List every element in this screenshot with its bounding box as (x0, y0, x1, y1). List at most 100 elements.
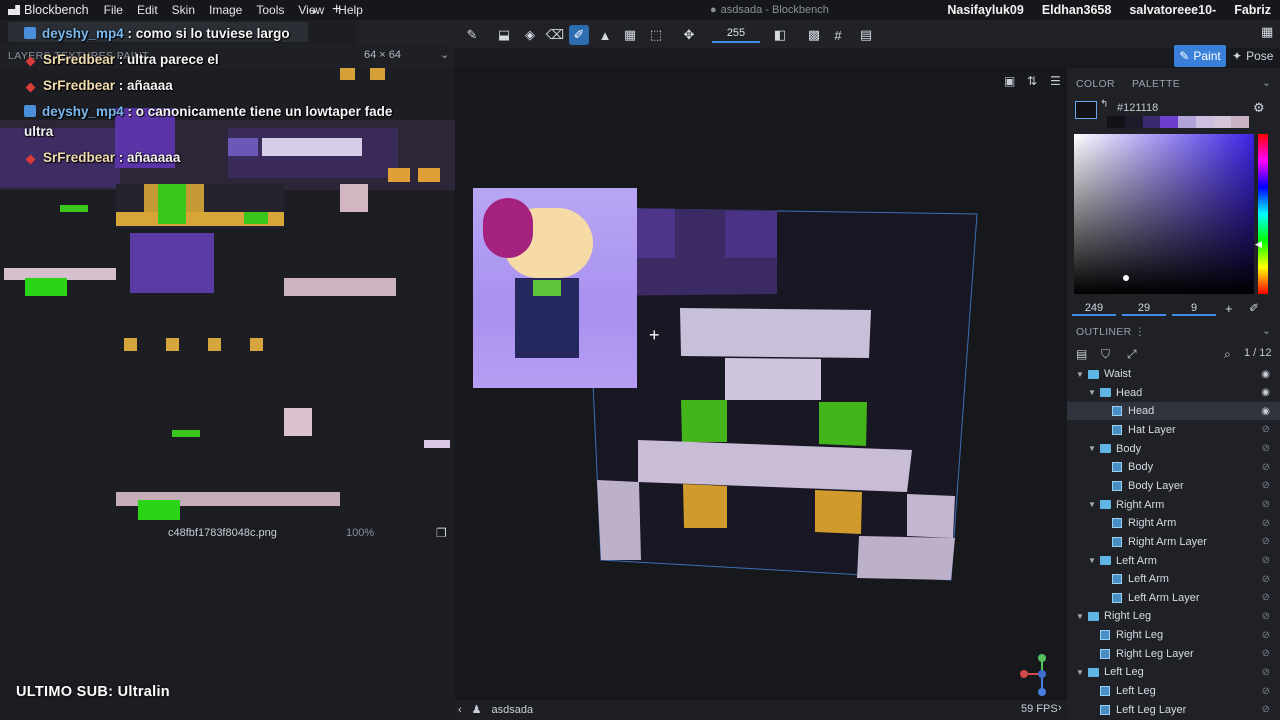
eye-off-icon[interactable]: ⊘ (1262, 424, 1270, 435)
brush-size-input[interactable]: 255 (712, 27, 760, 43)
chevron-left-icon[interactable]: ‹ (458, 704, 462, 716)
color-picker-icon[interactable]: ✐ (569, 25, 589, 45)
selected-color-swatch[interactable] (1075, 101, 1097, 119)
palette-strip[interactable] (1107, 116, 1249, 128)
new-tab-button[interactable]: + (332, 1, 341, 19)
add-cube-icon[interactable]: ▤ (1076, 347, 1087, 361)
chevron-down-icon[interactable]: ▼ (1087, 388, 1097, 397)
eye-off-icon[interactable]: ⊘ (1262, 518, 1270, 529)
gear-icon[interactable]: ⚙ (1253, 100, 1265, 116)
paint-mode-button[interactable]: ✎ Paint (1174, 45, 1226, 67)
eye-off-icon[interactable]: ⊘ (1262, 499, 1270, 510)
color-b-input[interactable]: 9 (1172, 302, 1216, 316)
eye-icon[interactable]: ◉ (1261, 387, 1270, 398)
outliner-cube[interactable]: Right Leg Layer ⊘ (1067, 645, 1280, 663)
chevron-down-icon[interactable]: ⌄ (1262, 325, 1271, 337)
apps-grid-icon[interactable]: ▦ (1261, 24, 1273, 40)
eye-off-icon[interactable]: ⊘ (1262, 686, 1270, 697)
axis-gizmo[interactable] (1020, 652, 1064, 696)
eye-icon[interactable]: ◉ (1261, 369, 1270, 380)
expand-icon[interactable]: ⤢ (1127, 347, 1137, 362)
screenshot-icon[interactable]: ▣ (1004, 74, 1015, 88)
color-r-input[interactable]: 249 (1072, 302, 1116, 316)
brush-icon[interactable]: ✎ (462, 25, 482, 45)
eye-off-icon[interactable]: ⊘ (1262, 480, 1270, 491)
eye-off-icon[interactable]: ⊘ (1262, 704, 1270, 715)
pixel-grid-icon[interactable]: ▩ (804, 25, 824, 45)
hue-slider-handle[interactable]: ◀ (1255, 239, 1262, 250)
eye-off-icon[interactable]: ⊘ (1262, 611, 1270, 622)
pose-mode-button[interactable]: ✦ Pose (1232, 45, 1273, 67)
fill-icon[interactable]: ◈ (520, 25, 540, 45)
menu-icon[interactable]: ☰ (1050, 74, 1061, 88)
outliner-group[interactable]: ▼ Waist ◉ (1067, 365, 1280, 383)
picker-handle[interactable] (1123, 275, 1129, 281)
outliner-group[interactable]: ▼ Left Leg ⊘ (1067, 663, 1280, 681)
outliner-cube[interactable]: Head ◉ (1067, 402, 1280, 421)
eye-icon[interactable]: ◉ (1261, 406, 1270, 417)
outliner-cube[interactable]: Right Leg ⊘ (1067, 626, 1280, 644)
eye-off-icon[interactable]: ⊘ (1262, 592, 1270, 603)
outliner-cube[interactable]: Right Arm Layer ⊘ (1067, 533, 1280, 551)
reference-image[interactable] (473, 188, 637, 388)
hue-slider[interactable] (1258, 134, 1268, 294)
gradient-icon[interactable]: ▦ (620, 25, 640, 45)
chevron-down-icon[interactable]: ▼ (1087, 500, 1097, 509)
outliner-cube[interactable]: Hat Layer ⊘ (1067, 421, 1280, 439)
sort-icon[interactable]: ⇅ (1027, 74, 1037, 88)
copy-icon[interactable]: ❐ (436, 526, 447, 540)
tab-color[interactable]: COLOR (1076, 78, 1115, 90)
mirror-icon[interactable]: ◧ (770, 25, 790, 45)
menu-tools[interactable]: Tools (249, 3, 291, 17)
stamp-icon[interactable]: ⬓ (494, 25, 514, 45)
menu-image[interactable]: Image (202, 3, 249, 17)
move-icon[interactable]: ✥ (679, 25, 699, 45)
chevron-down-icon[interactable]: ▼ (1087, 556, 1097, 565)
chevron-down-icon[interactable]: ▼ (1075, 370, 1085, 379)
view-options-icon[interactable]: ▤ (856, 25, 876, 45)
chevron-right-icon[interactable]: › (1058, 702, 1062, 714)
chevron-down-icon[interactable]: ▼ (1075, 668, 1085, 677)
eye-off-icon[interactable]: ⊘ (1262, 443, 1270, 454)
search-icon[interactable]: ⌕ (1224, 347, 1231, 362)
tab-palette[interactable]: PALETTE (1132, 78, 1180, 90)
outliner-group[interactable]: ▼ Body ⊘ (1067, 440, 1280, 458)
eraser-icon[interactable]: ⌫ (545, 25, 565, 45)
filter-icon[interactable]: ⛉ (1101, 347, 1110, 362)
outliner-group[interactable]: ▼ Right Arm ⊘ (1067, 496, 1280, 514)
chevron-down-icon[interactable]: ⌄ (440, 48, 449, 61)
selection-icon[interactable]: ⬚ (646, 25, 666, 45)
menu-edit[interactable]: Edit (130, 3, 165, 17)
outliner-cube[interactable]: Left Arm Layer ⊘ (1067, 589, 1280, 607)
tab-close-dot[interactable]: • (312, 4, 317, 19)
eye-off-icon[interactable]: ⊘ (1262, 630, 1270, 641)
eye-off-icon[interactable]: ⊘ (1262, 536, 1270, 547)
outliner-cube[interactable]: Body ⊘ (1067, 458, 1280, 476)
add-color-icon[interactable]: + (1225, 301, 1233, 316)
eye-off-icon[interactable]: ⊘ (1262, 648, 1270, 659)
menu-file[interactable]: File (97, 3, 130, 17)
outliner-cube[interactable]: Body Layer ⊘ (1067, 477, 1280, 495)
grid-icon[interactable]: # (828, 25, 848, 45)
menu-skin[interactable]: Skin (165, 3, 202, 17)
outliner-group[interactable]: ▼ Left Arm ⊘ (1067, 552, 1280, 570)
outliner-group[interactable]: ▼ Head ◉ (1067, 384, 1280, 402)
color-hex-value[interactable]: #121118 (1117, 102, 1158, 114)
outliner-cube[interactable]: Left Leg Layer ⊘ (1067, 701, 1280, 719)
color-g-input[interactable]: 29 (1122, 302, 1166, 316)
chevron-down-icon[interactable]: ▼ (1087, 444, 1097, 453)
eye-off-icon[interactable]: ⊘ (1262, 667, 1270, 678)
chevron-down-icon[interactable]: ▼ (1075, 612, 1085, 621)
color-picker-area[interactable] (1074, 134, 1254, 294)
outliner-cube[interactable]: Left Arm ⊘ (1067, 570, 1280, 588)
eye-off-icon[interactable]: ⊘ (1262, 574, 1270, 585)
eye-off-icon[interactable]: ⊘ (1262, 555, 1270, 566)
swap-icon[interactable]: ↰ (1100, 99, 1108, 110)
outliner-group[interactable]: ▼ Right Leg ⊘ (1067, 607, 1280, 625)
outliner-cube[interactable]: Left Leg ⊘ (1067, 682, 1280, 700)
eyedropper-icon[interactable]: ✐ (1249, 301, 1259, 315)
eye-off-icon[interactable]: ⊘ (1262, 462, 1270, 473)
outliner-cube[interactable]: Right Arm ⊘ (1067, 514, 1280, 532)
chevron-down-icon[interactable]: ⌄ (1262, 77, 1271, 89)
shape-icon[interactable]: ▲ (595, 25, 615, 45)
